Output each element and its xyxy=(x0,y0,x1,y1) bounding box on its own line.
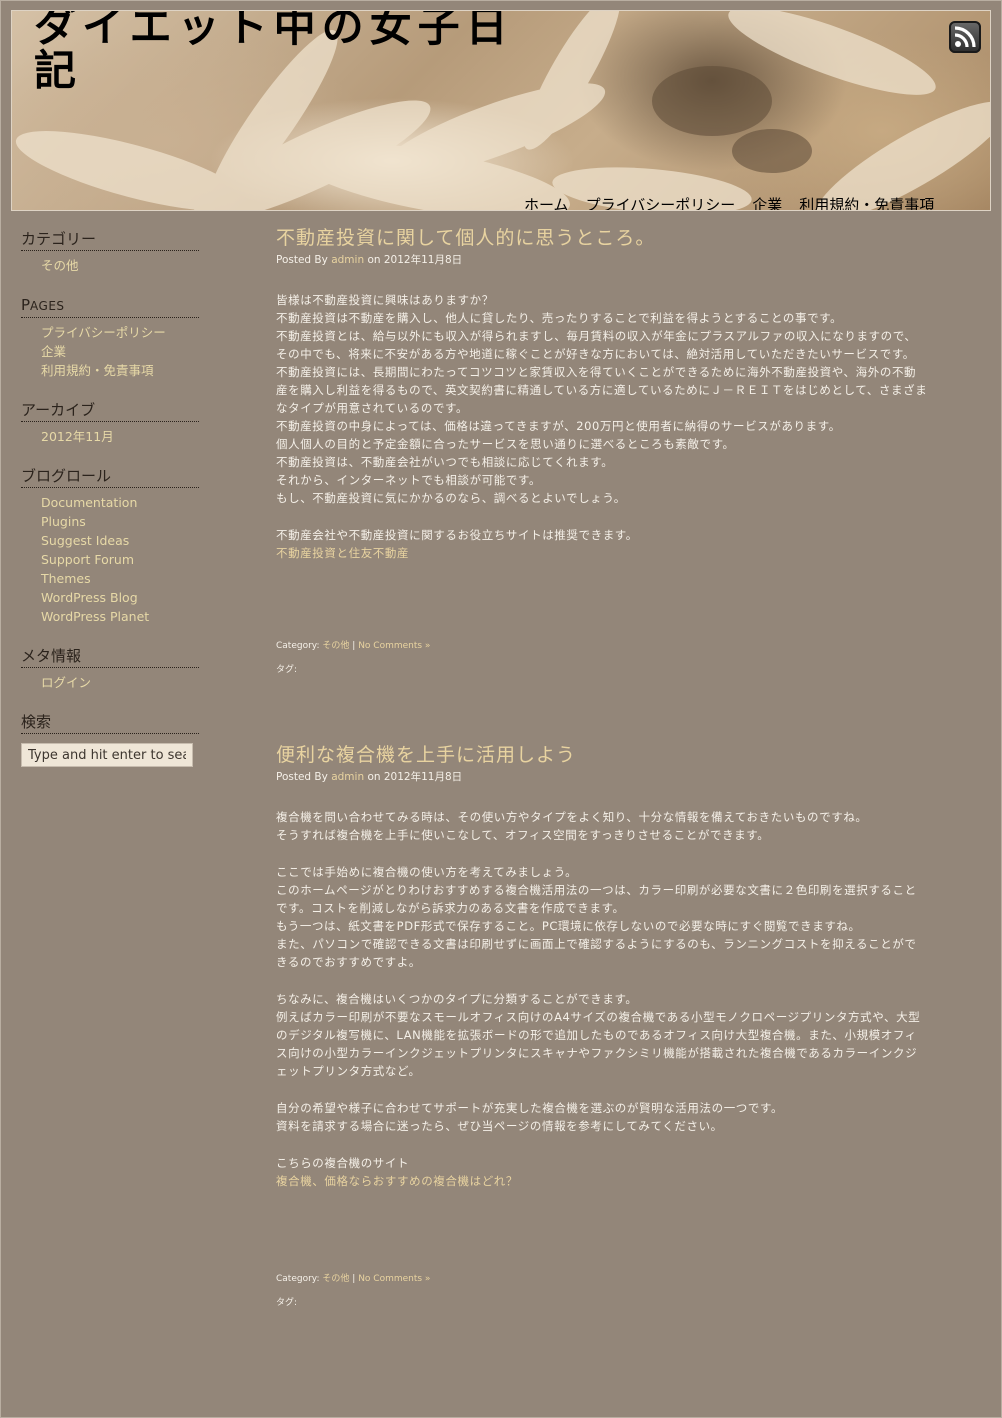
post-outbound-link[interactable]: 不動産投資と住友不動産 xyxy=(276,546,409,560)
blogroll-link[interactable]: Support Forum xyxy=(41,550,199,569)
archive-link[interactable]: 2012年11月 xyxy=(41,427,199,446)
nav-item-terms[interactable]: 利用規約・免責事項 xyxy=(799,194,934,210)
author-link[interactable]: admin xyxy=(331,771,364,783)
tags-label: タグ: xyxy=(276,1298,298,1308)
search-input[interactable] xyxy=(21,743,193,767)
blogroll-link[interactable]: Suggest Ideas xyxy=(41,531,199,550)
page-link-company[interactable]: 企業 xyxy=(41,342,199,361)
post-meta: Posted By admin on 2012年11月8日 xyxy=(276,254,463,266)
widget-title: ブログロール xyxy=(21,467,199,488)
rss-feed-icon[interactable] xyxy=(949,21,981,53)
widget-title: メタ情報 xyxy=(21,647,199,668)
post-content: 複合機を問い合わせてみる時は、その使い方やタイプをよく知り、十分な情報を備えてお… xyxy=(276,808,928,1190)
paragraph: 複合機を問い合わせてみる時は、その使い方やタイプをよく知り、十分な情報を備えてお… xyxy=(276,810,868,842)
paragraph: 不動産会社や不動産投資に関するお役立ちサイトは推奨できます。 不動産投資と住友不… xyxy=(276,528,638,560)
post-title[interactable]: 便利な複合機を上手に活用しよう xyxy=(276,744,928,766)
post-content: 皆様は不動産投資に興味はありますか？ 不動産投資は不動産を購入し、他人に貸したり… xyxy=(276,291,928,562)
nav-item-company[interactable]: 企業 xyxy=(752,194,782,210)
site-title[interactable]: ダイエット中の女子日記 xyxy=(34,11,514,93)
main-navigation: ホーム プライバシーポリシー 企業 利用規約・免責事項 xyxy=(524,194,934,210)
meta-widget: メタ情報 ログイン xyxy=(21,647,199,692)
login-link[interactable]: ログイン xyxy=(41,673,199,692)
paragraph: ちなみに、複合機はいくつかのタイプに分類することができます。 例えばカラー印刷が… xyxy=(276,992,921,1078)
blogroll-link[interactable]: WordPress Blog xyxy=(41,588,199,607)
category-link[interactable]: その他 xyxy=(41,256,199,275)
paragraph: こちらの複合機のサイト 複合機、価格ならおすすめの複合機はどれ？ xyxy=(276,1156,518,1188)
blogroll-link[interactable]: Plugins xyxy=(41,512,199,531)
comments-link[interactable]: No Comments » xyxy=(358,641,430,651)
blogroll-link[interactable]: Documentation xyxy=(41,493,199,512)
post-outbound-link[interactable]: 複合機、価格ならおすすめの複合機はどれ？ xyxy=(276,1174,518,1188)
sidebar: カテゴリー その他 PAGES プライバシーポリシー 企業 利用規約・免責事項 … xyxy=(21,230,199,788)
nav-item-home[interactable]: ホーム xyxy=(524,194,569,210)
categories-widget: カテゴリー その他 xyxy=(21,230,199,275)
widget-title: 検索 xyxy=(21,713,199,734)
blogroll-link[interactable]: WordPress Planet xyxy=(41,607,199,626)
author-link[interactable]: admin xyxy=(331,254,364,266)
archives-widget: アーカイブ 2012年11月 xyxy=(21,401,199,446)
widget-title: アーカイブ xyxy=(21,401,199,422)
nav-item-privacy-policy[interactable]: プライバシーポリシー xyxy=(586,194,736,210)
post: 便利な複合機を上手に活用しよう Posted By admin on 2012年… xyxy=(276,744,928,1308)
post-footer: Category: その他 | No Comments » タグ: xyxy=(276,1274,431,1308)
search-widget: 検索 xyxy=(21,713,199,767)
post: 不動産投資に関して個人的に思うところ。 Posted By admin on 2… xyxy=(276,227,928,675)
widget-title: PAGES xyxy=(21,296,199,318)
header-banner: ダイエット中の女子日記 ホーム プライバシーポリシー 企業 利用規約・免責事項 xyxy=(11,10,991,211)
blogroll-link[interactable]: Themes xyxy=(41,569,199,588)
category-link[interactable]: その他 xyxy=(322,641,349,651)
blogroll-widget: ブログロール Documentation Plugins Suggest Ide… xyxy=(21,467,199,626)
paragraph: 自分の希望や様子に合わせてサポートが充実した複合機を選ぶのが賢明な活用法の一つで… xyxy=(276,1101,784,1133)
paragraph: ここでは手始めに複合機の使い方を考えてみましょう。 このホームページがとりわけお… xyxy=(276,865,917,969)
comments-link[interactable]: No Comments » xyxy=(358,1274,430,1284)
post-footer: Category: その他 | No Comments » タグ: xyxy=(276,641,431,675)
page-link-privacy[interactable]: プライバシーポリシー xyxy=(41,323,199,342)
tags-label: タグ: xyxy=(276,665,298,675)
post-title[interactable]: 不動産投資に関して個人的に思うところ。 xyxy=(276,227,928,249)
paragraph: 皆様は不動産投資に興味はありますか？ 不動産投資は不動産を購入し、他人に貸したり… xyxy=(276,293,928,505)
page-link-terms[interactable]: 利用規約・免責事項 xyxy=(41,361,199,380)
widget-title: カテゴリー xyxy=(21,230,199,251)
category-link[interactable]: その他 xyxy=(322,1274,349,1284)
pages-widget: PAGES プライバシーポリシー 企業 利用規約・免責事項 xyxy=(21,296,199,380)
post-meta: Posted By admin on 2012年11月8日 xyxy=(276,771,463,783)
